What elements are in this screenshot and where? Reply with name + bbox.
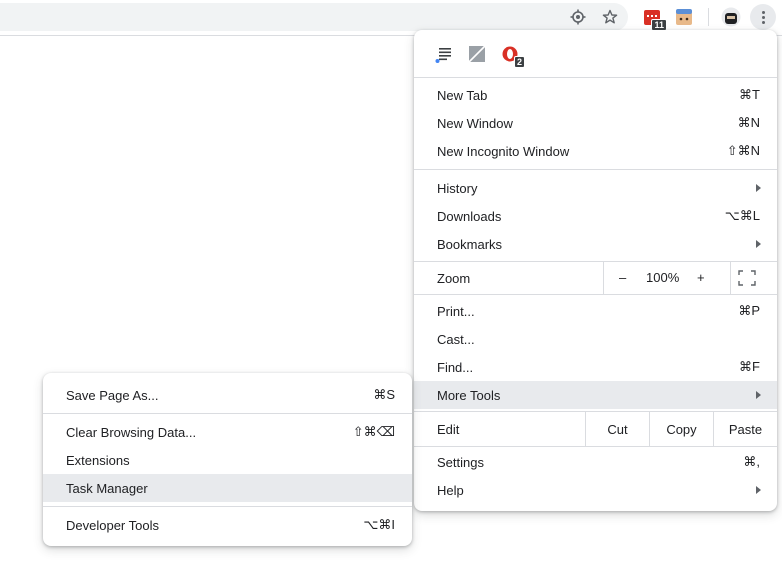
- shortcut-label: ⌥⌘L: [724, 208, 760, 223]
- fullscreen-icon[interactable]: [738, 270, 756, 286]
- menu-item-settings[interactable]: Settings ⌘,: [414, 448, 777, 476]
- menu-item-cast[interactable]: Cast...: [414, 325, 777, 353]
- menu-item-label: Zoom: [437, 270, 471, 286]
- menu-item-clear-browsing-data[interactable]: Clear Browsing Data... ⇧⌘⌫: [43, 418, 412, 446]
- opera-red-icon[interactable]: 2: [500, 44, 525, 68]
- menu-item-label: Task Manager: [66, 480, 148, 496]
- shortcut-label: ⌘S: [373, 387, 395, 402]
- shortcut-label: ⌘P: [738, 303, 760, 318]
- cut-label: Cut: [607, 421, 628, 437]
- menu-item-new-incognito-window[interactable]: New Incognito Window ⇧⌘N: [414, 137, 777, 165]
- chrome-menu-icon[interactable]: [750, 4, 776, 30]
- menu-item-new-tab[interactable]: New Tab ⌘T: [414, 81, 777, 109]
- submenu-arrow-icon: [756, 240, 761, 248]
- menu-item-label: Downloads: [437, 208, 502, 224]
- menu-item-label: More Tools: [437, 387, 501, 403]
- shortcut-label: ⇧⌘⌫: [352, 424, 395, 439]
- submenu-arrow-icon: [756, 486, 761, 494]
- menu-item-label: Help: [437, 482, 464, 498]
- submenu-arrow-icon: [756, 184, 761, 192]
- menu-item-label: Extensions: [66, 452, 130, 468]
- address-bar[interactable]: [0, 3, 628, 31]
- cut-button[interactable]: Cut: [585, 412, 649, 446]
- menu-separator: [43, 413, 412, 414]
- menu-item-extensions[interactable]: Extensions: [43, 446, 412, 474]
- menu-separator: [414, 294, 777, 295]
- menu-item-label: Find...: [437, 359, 474, 375]
- paste-button[interactable]: Paste: [713, 412, 777, 446]
- zoom-out-button[interactable]: –: [619, 270, 626, 285]
- menu-item-zoom: Zoom – 100% +: [414, 262, 777, 294]
- menu-item-edit: Edit Cut Copy Paste: [414, 412, 777, 446]
- extension-calendar-icon[interactable]: 11: [642, 7, 667, 31]
- shortcut-label: ⌘F: [739, 359, 760, 374]
- reader-lines-icon[interactable]: [434, 44, 454, 64]
- menu-item-label: Edit: [437, 421, 460, 437]
- menu-item-label: Bookmarks: [437, 236, 503, 252]
- menu-item-history[interactable]: History: [414, 174, 777, 202]
- menu-separator: [414, 446, 777, 447]
- menu-item-label: Developer Tools: [66, 517, 159, 533]
- submenu-arrow-icon: [756, 391, 761, 399]
- menu-extensions-row: 2: [414, 30, 777, 77]
- menu-item-print[interactable]: Print... ⌘P: [414, 297, 777, 325]
- extension-face-icon[interactable]: [674, 7, 694, 27]
- toolbar-divider: [708, 8, 709, 26]
- menu-item-new-window[interactable]: New Window ⌘N: [414, 109, 777, 137]
- shortcut-label: ⇧⌘N: [726, 143, 760, 158]
- extension-badge: 2: [513, 56, 525, 68]
- menu-item-developer-tools[interactable]: Developer Tools ⌥⌘I: [43, 511, 412, 539]
- menu-item-label: New Window: [437, 115, 513, 131]
- copy-label: Copy: [666, 421, 697, 437]
- zoom-in-button[interactable]: +: [697, 270, 705, 285]
- no-image-icon[interactable]: [467, 44, 487, 64]
- profile-avatar-icon[interactable]: [721, 7, 741, 27]
- chrome-main-menu: 2 New Tab ⌘T New Window ⌘N New Incognito…: [414, 30, 777, 511]
- menu-item-label: Save Page As...: [66, 387, 159, 403]
- menu-item-label: New Tab: [437, 87, 488, 103]
- menu-item-task-manager[interactable]: Task Manager: [43, 474, 412, 502]
- menu-separator: [43, 506, 412, 507]
- location-target-icon[interactable]: [568, 7, 588, 27]
- menu-item-downloads[interactable]: Downloads ⌥⌘L: [414, 202, 777, 230]
- bookmark-star-icon[interactable]: [600, 7, 620, 27]
- menu-item-save-page-as[interactable]: Save Page As... ⌘S: [43, 381, 412, 409]
- menu-item-more-tools[interactable]: More Tools: [414, 381, 777, 409]
- menu-item-label: Clear Browsing Data...: [66, 424, 197, 440]
- menu-item-bookmarks[interactable]: Bookmarks: [414, 230, 777, 258]
- menu-item-label: Print...: [437, 303, 475, 319]
- menu-item-find[interactable]: Find... ⌘F: [414, 353, 777, 381]
- more-tools-submenu: Save Page As... ⌘S Clear Browsing Data..…: [43, 373, 412, 546]
- shortcut-label: ⌘,: [743, 454, 760, 469]
- menu-item-help[interactable]: Help: [414, 476, 777, 504]
- menu-separator: [414, 77, 777, 78]
- zoom-controls: – 100% +: [603, 262, 731, 294]
- menu-item-label: Settings: [437, 454, 484, 470]
- paste-label: Paste: [728, 421, 763, 437]
- menu-item-label: New Incognito Window: [437, 143, 570, 159]
- shortcut-label: ⌘T: [739, 87, 760, 102]
- copy-button[interactable]: Copy: [649, 412, 713, 446]
- menu-item-label: History: [437, 180, 478, 196]
- zoom-level: 100%: [646, 270, 680, 285]
- menu-item-label: Cast...: [437, 331, 475, 347]
- shortcut-label: ⌘N: [737, 115, 760, 130]
- menu-separator: [414, 169, 777, 170]
- shortcut-label: ⌥⌘I: [363, 517, 395, 532]
